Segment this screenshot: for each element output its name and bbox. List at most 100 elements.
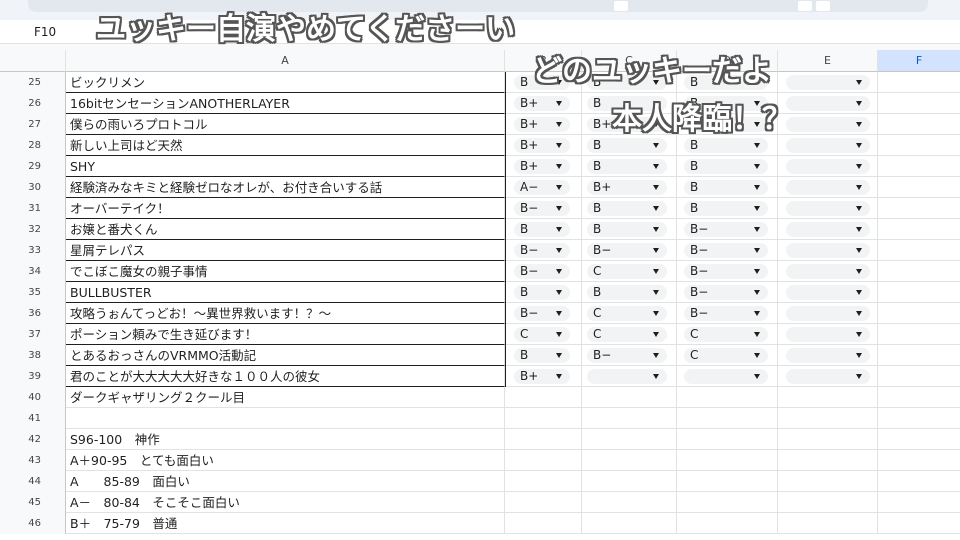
rating-dropdown[interactable]: B+	[514, 369, 570, 384]
rating-dropdown[interactable]: B+	[514, 96, 570, 111]
toolbar-button[interactable]	[614, 1, 628, 11]
cell-f[interactable]	[878, 282, 960, 303]
cell-title[interactable]: BULLBUSTER	[66, 282, 505, 303]
cell-title[interactable]: とあるおっさんのVRMMO活動記	[66, 345, 505, 366]
rating-dropdown[interactable]: B+	[514, 138, 570, 153]
cell-c[interactable]: C	[582, 261, 677, 282]
cell-f[interactable]	[878, 471, 960, 492]
dropdown-arrow-icon[interactable]	[856, 122, 862, 127]
cell-title[interactable]: ビックリメン	[66, 72, 505, 93]
cell-b[interactable]: B	[505, 219, 582, 240]
row-number[interactable]: 44	[0, 471, 66, 492]
dropdown-arrow-icon[interactable]	[856, 311, 862, 316]
cell-e[interactable]	[778, 429, 878, 450]
rating-dropdown[interactable]	[587, 369, 667, 384]
cell-e[interactable]	[778, 471, 878, 492]
row-number[interactable]: 35	[0, 282, 66, 303]
cell-f[interactable]	[878, 324, 960, 345]
cell-d[interactable]: B−	[677, 282, 778, 303]
dropdown-arrow-icon[interactable]	[754, 311, 760, 316]
cell-d[interactable]	[677, 513, 778, 534]
rating-dropdown[interactable]: C	[587, 264, 667, 279]
cell-b[interactable]	[505, 492, 582, 513]
rating-dropdown[interactable]: B	[587, 285, 667, 300]
dropdown-arrow-icon[interactable]	[653, 290, 659, 295]
dropdown-arrow-icon[interactable]	[556, 311, 562, 316]
cell-d[interactable]	[677, 387, 778, 408]
cell-title[interactable]: S96-100 神作	[66, 429, 505, 450]
dropdown-arrow-icon[interactable]	[754, 290, 760, 295]
cell-d[interactable]: B	[677, 156, 778, 177]
row-number[interactable]: 36	[0, 303, 66, 324]
dropdown-arrow-icon[interactable]	[556, 332, 562, 337]
dropdown-arrow-icon[interactable]	[856, 353, 862, 358]
row-number[interactable]: 30	[0, 177, 66, 198]
rating-dropdown[interactable]: B−	[684, 264, 768, 279]
cell-d[interactable]: C	[677, 324, 778, 345]
cell-title[interactable]: オーバーテイク！	[66, 198, 505, 219]
rating-dropdown[interactable]: C	[587, 327, 667, 342]
cell-title[interactable]: 君のことが大大大大大好きな１００人の彼女	[66, 366, 505, 387]
cell-c[interactable]: B	[582, 198, 677, 219]
name-box[interactable]: F10	[0, 20, 92, 44]
cell-title[interactable]: A－ 80-84 そこそこ面白い	[66, 492, 505, 513]
dropdown-arrow-icon[interactable]	[856, 332, 862, 337]
row-number[interactable]: 42	[0, 429, 66, 450]
rating-dropdown[interactable]	[786, 180, 870, 195]
cell-e[interactable]	[778, 93, 878, 114]
cell-f[interactable]	[878, 450, 960, 471]
rating-dropdown[interactable]: B	[684, 159, 768, 174]
cell-f[interactable]	[878, 303, 960, 324]
cell-f[interactable]	[878, 429, 960, 450]
cell-d[interactable]: B−	[677, 240, 778, 261]
cell-c[interactable]	[582, 366, 677, 387]
rating-dropdown[interactable]: B−	[587, 348, 667, 363]
cell-f[interactable]	[878, 198, 960, 219]
dropdown-arrow-icon[interactable]	[754, 206, 760, 211]
dropdown-arrow-icon[interactable]	[856, 80, 862, 85]
dropdown-arrow-icon[interactable]	[653, 227, 659, 232]
dropdown-arrow-icon[interactable]	[653, 185, 659, 190]
cell-b[interactable]: B+	[505, 135, 582, 156]
row-number[interactable]: 26	[0, 93, 66, 114]
row-number[interactable]: 29	[0, 156, 66, 177]
dropdown-arrow-icon[interactable]	[856, 374, 862, 379]
cell-c[interactable]: B−	[582, 240, 677, 261]
cell-title[interactable]: B＋ 75-79 普通	[66, 513, 505, 534]
rating-dropdown[interactable]: B−	[684, 285, 768, 300]
dropdown-arrow-icon[interactable]	[856, 101, 862, 106]
dropdown-arrow-icon[interactable]	[653, 332, 659, 337]
row-number[interactable]: 46	[0, 513, 66, 534]
rating-dropdown[interactable]	[786, 327, 870, 342]
rating-dropdown[interactable]	[786, 222, 870, 237]
rating-dropdown[interactable]	[786, 138, 870, 153]
row-number[interactable]: 38	[0, 345, 66, 366]
cell-c[interactable]	[582, 471, 677, 492]
rating-dropdown[interactable]: A−	[514, 180, 570, 195]
cell-c[interactable]: B	[582, 156, 677, 177]
rating-dropdown[interactable]: B+	[514, 159, 570, 174]
row-number[interactable]: 39	[0, 366, 66, 387]
cell-c[interactable]: B	[582, 219, 677, 240]
cell-b[interactable]: A−	[505, 177, 582, 198]
dropdown-arrow-icon[interactable]	[556, 290, 562, 295]
rating-dropdown[interactable]: B	[587, 159, 667, 174]
cell-c[interactable]: C	[582, 303, 677, 324]
cell-e[interactable]	[778, 345, 878, 366]
cell-c[interactable]	[582, 492, 677, 513]
cell-c[interactable]: B	[582, 135, 677, 156]
dropdown-arrow-icon[interactable]	[556, 143, 562, 148]
cell-title[interactable]: A＋90-95 とても面白い	[66, 450, 505, 471]
cell-e[interactable]	[778, 450, 878, 471]
cell-c[interactable]	[582, 408, 677, 429]
cell-d[interactable]: B−	[677, 219, 778, 240]
dropdown-arrow-icon[interactable]	[754, 227, 760, 232]
rating-dropdown[interactable]: B	[514, 222, 570, 237]
cell-f[interactable]	[878, 387, 960, 408]
cell-c[interactable]: B−	[582, 345, 677, 366]
rating-dropdown[interactable]: B	[587, 222, 667, 237]
row-number[interactable]: 37	[0, 324, 66, 345]
cell-b[interactable]: B	[505, 282, 582, 303]
dropdown-arrow-icon[interactable]	[556, 269, 562, 274]
row-number[interactable]: 40	[0, 387, 66, 408]
